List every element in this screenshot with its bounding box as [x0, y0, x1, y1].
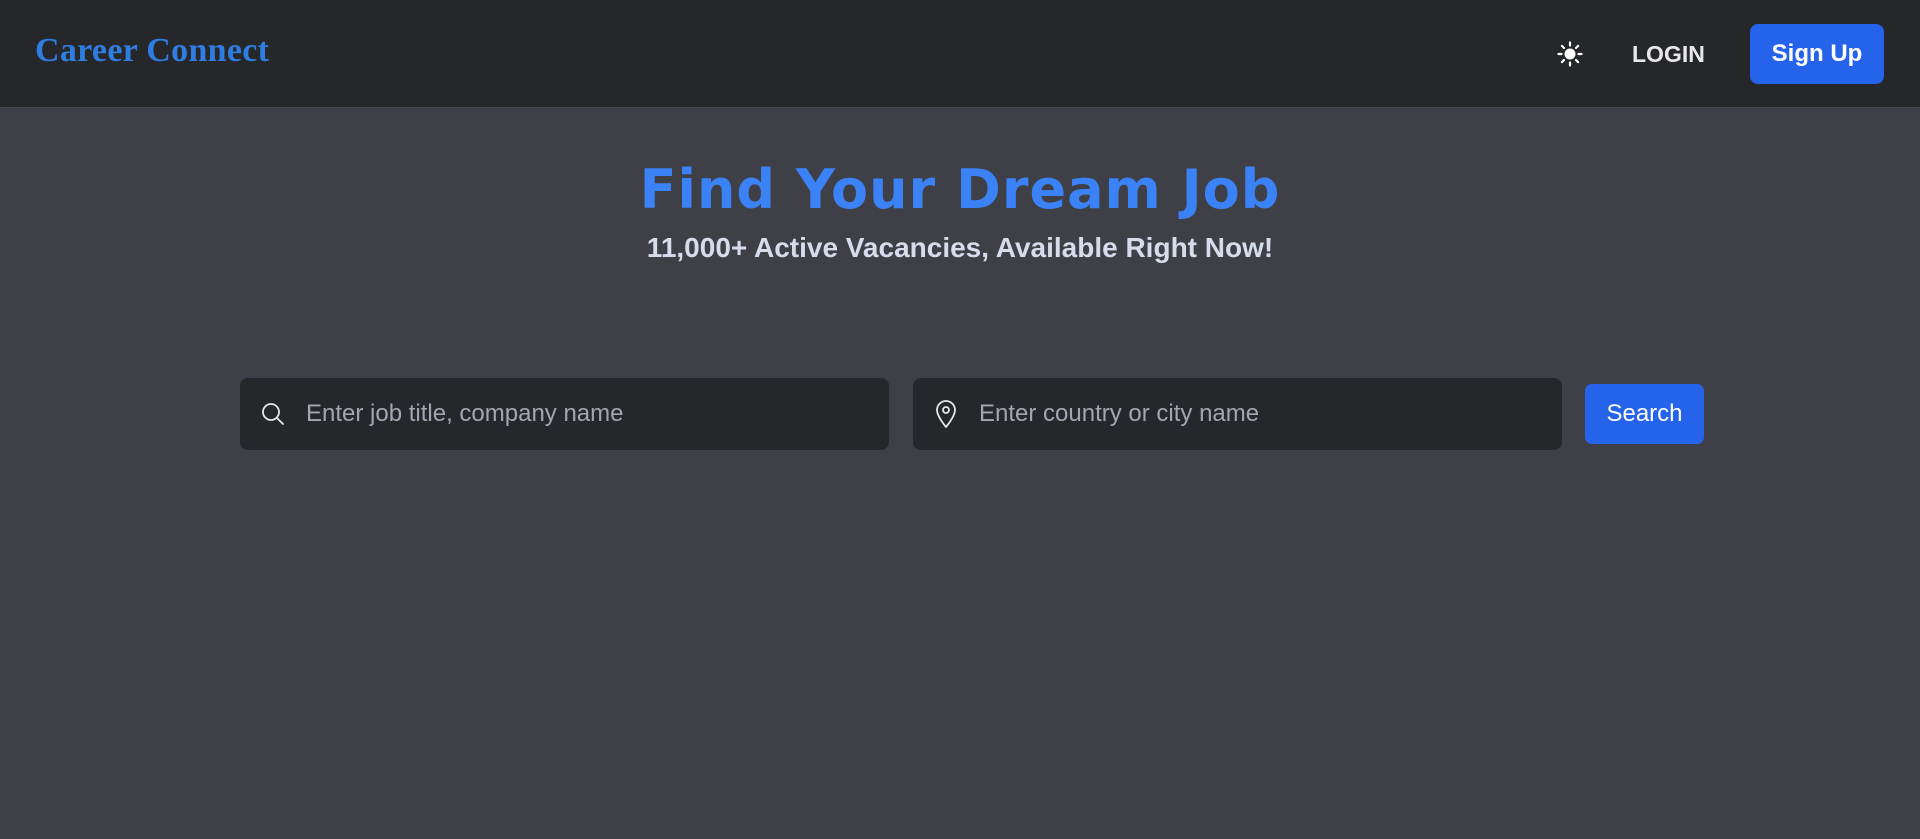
brand-logo[interactable]: Career Connect: [35, 32, 269, 70]
page-title: Find Your Dream Job: [639, 158, 1281, 221]
login-button[interactable]: LOGIN: [1612, 34, 1725, 74]
signup-button[interactable]: Sign Up: [1750, 24, 1884, 84]
search-button[interactable]: Search: [1585, 384, 1704, 444]
job-title-input[interactable]: [300, 378, 889, 450]
job-search-field: [240, 378, 889, 450]
location-input[interactable]: [973, 378, 1562, 450]
theme-toggle-button[interactable]: [1551, 37, 1589, 71]
location-search-field: [913, 378, 1562, 450]
hero-subtitle: 11,000+ Active Vacancies, Available Righ…: [646, 232, 1274, 263]
top-navbar: Career Connect LOGIN Sign Up: [0, 0, 1920, 108]
map-pin-icon: [913, 378, 973, 450]
search-icon: [240, 378, 300, 450]
sun-icon: [1557, 41, 1583, 67]
